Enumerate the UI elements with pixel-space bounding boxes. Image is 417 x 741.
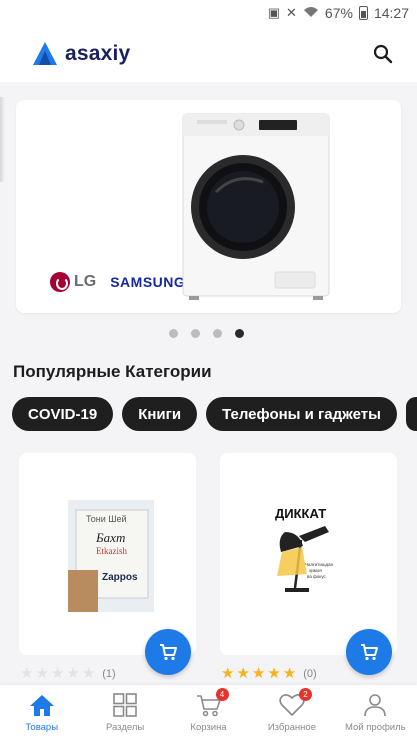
- chip-phones-gadgets[interactable]: Телефоны и гаджеты: [206, 397, 397, 431]
- star-icon: ★: [282, 665, 297, 682]
- product-image: ДИККАТ Чалғитишдан ҳимоя ва фокус: [259, 496, 359, 612]
- review-count: (1): [102, 667, 116, 680]
- chip-books[interactable]: Книги: [122, 397, 198, 431]
- star-icon: ★: [251, 665, 266, 682]
- nav-label: Корзина: [190, 722, 227, 733]
- nav-item-cart[interactable]: 4 Корзина: [167, 685, 250, 741]
- battery-percent: 67%: [324, 5, 353, 21]
- screen: ▣ ✕ 67% 14:27 asaxiy LG SAMSUNG Популярн…: [0, 0, 417, 741]
- carousel-dots: [169, 329, 244, 338]
- carousel-dot[interactable]: [191, 329, 200, 338]
- search-button[interactable]: [367, 38, 399, 70]
- mute-icon: ✕: [286, 5, 297, 20]
- nav-label: Мой профиль: [345, 722, 406, 733]
- cart-icon: 4: [195, 688, 229, 719]
- cover-subtitle: Etkazish: [96, 546, 127, 556]
- grid-icon: [111, 691, 139, 719]
- washing-machine-image: [182, 113, 330, 300]
- lg-logo: LG: [50, 272, 96, 292]
- product-image: Тони Шей Бахт Etkazish Zappos: [68, 500, 154, 612]
- product-rating: ★ ★ ★ ★ ★ (1): [20, 666, 116, 681]
- clock: 14:27: [373, 5, 409, 21]
- star-icon: ★: [50, 665, 65, 682]
- wifi-icon: [303, 6, 319, 21]
- carousel-dot-active[interactable]: [235, 329, 244, 338]
- lg-logo-icon: [50, 272, 70, 292]
- app-header: asaxiy: [0, 26, 417, 82]
- chip-partial[interactable]: [405, 397, 417, 431]
- section-title-popular: Популярные Категории: [13, 362, 212, 381]
- nav-item-profile[interactable]: Мой профиль: [334, 685, 417, 741]
- cover-title: Бахт: [95, 530, 125, 545]
- add-to-cart-button[interactable]: [145, 629, 191, 675]
- carousel-dot[interactable]: [213, 329, 222, 338]
- nav-item-products[interactable]: Товары: [0, 685, 83, 741]
- nav-item-sections[interactable]: Разделы: [83, 685, 166, 741]
- banner-brands: LG SAMSUNG: [50, 272, 185, 292]
- favorites-badge: 2: [298, 688, 312, 701]
- cart-badge: 4: [215, 688, 229, 701]
- nav-label: Избранное: [267, 722, 316, 733]
- sim-icon: ▣: [267, 5, 281, 20]
- home-icon: [28, 691, 56, 719]
- asaxiy-logo-icon: [33, 42, 57, 65]
- previous-slide-peek: [0, 97, 5, 182]
- cover-subtitle: Чалғитишдан: [305, 562, 334, 567]
- star-icon: ★: [81, 665, 96, 682]
- category-chips: COVID-19 Книги Телефоны и гаджеты: [12, 397, 417, 431]
- search-icon: [373, 44, 393, 64]
- nav-label: Разделы: [105, 722, 145, 733]
- cover-title: ДИККАТ: [275, 506, 326, 521]
- app-logo[interactable]: asaxiy: [32, 41, 130, 67]
- star-icon: ★: [66, 665, 80, 682]
- status-bar: ▣ ✕ 67% 14:27: [0, 0, 417, 26]
- star-icon: ★: [20, 665, 34, 682]
- star-icon: ★: [221, 665, 235, 682]
- star-icon: ★: [267, 665, 281, 682]
- star-icon: ★: [35, 665, 49, 682]
- add-to-cart-button[interactable]: [346, 629, 392, 675]
- nav-item-favorites[interactable]: 2 Избранное: [250, 685, 333, 741]
- carousel-dot[interactable]: [169, 329, 178, 338]
- review-count: (0): [303, 667, 317, 680]
- cover-author: Тони Шей: [86, 514, 127, 524]
- star-icon: ★: [236, 665, 250, 682]
- cover-brand: Zappos: [102, 572, 138, 583]
- cover-subtitle-3: ва фокус: [307, 574, 327, 579]
- bottom-nav: Товары Разделы 4 Корзина 2 Избранное Мой…: [0, 685, 417, 741]
- chip-covid[interactable]: COVID-19: [12, 397, 114, 431]
- cover-subtitle-2: ҳимоя: [309, 568, 322, 573]
- cart-icon: [361, 644, 378, 661]
- user-icon: [361, 691, 389, 719]
- battery-icon: [358, 6, 368, 20]
- heart-icon: 2: [278, 688, 312, 719]
- cart-icon: [160, 644, 177, 661]
- promo-banner[interactable]: LG SAMSUNG: [16, 100, 401, 313]
- app-name: asaxiy: [65, 42, 131, 65]
- product-rating: ★ ★ ★ ★ ★ (0): [221, 666, 317, 681]
- samsung-logo: SAMSUNG: [110, 274, 186, 290]
- nav-label: Товары: [25, 722, 59, 733]
- lg-label: LG: [74, 273, 97, 290]
